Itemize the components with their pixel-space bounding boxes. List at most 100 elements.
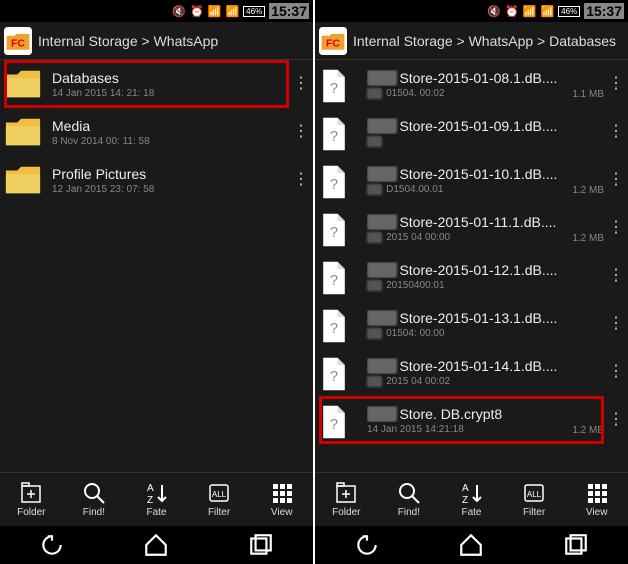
file-info: msgStore-2015-01-13.1.dB.... 2001504: 00:… (367, 310, 608, 339)
svg-text:A: A (147, 483, 154, 494)
file-name: msgStore-2015-01-14.1.dB.... (367, 358, 608, 374)
find-button[interactable]: Find! (384, 481, 434, 518)
file-info: Databases 14 Jan 2015 14: 21: 18 (52, 70, 293, 99)
more-button[interactable]: ⋮ (608, 220, 624, 236)
file-meta: 20D1504.00.01 (367, 184, 572, 195)
svg-text:?: ? (330, 177, 338, 193)
search-icon (82, 481, 106, 505)
filter-label: Filter (208, 507, 230, 518)
more-button[interactable]: ⋮ (608, 412, 624, 428)
file-meta: 14 Jan 2015 14: 21: 18 (52, 88, 293, 99)
more-button[interactable]: ⋮ (608, 124, 624, 140)
filter-button[interactable]: ALL Filter (194, 481, 244, 518)
file-icon: ? (319, 404, 357, 436)
phone-left: 🔇 ⏰ 📶 📶 46% 15:37 FC Internal Storage > … (0, 0, 313, 564)
file-info: msgStore. DB.crypt814 Jan 2015 14:21:18 (367, 406, 572, 435)
signal-icon: 📶 (225, 5, 239, 18)
file-row[interactable]: ?msgStore-2015-01-08.1.dB....2001504. 00… (315, 60, 628, 108)
recent-button[interactable] (563, 532, 589, 558)
file-row[interactable]: ? msgStore-2015-01-11.1.dB.... 202015 04 0… (315, 204, 628, 252)
folder-plus-icon (19, 481, 43, 505)
svg-text:?: ? (330, 129, 338, 145)
file-icon: ? (319, 260, 357, 292)
view-button[interactable]: View (572, 481, 622, 518)
more-button[interactable]: ⋮ (608, 268, 624, 284)
app-icon: FC (319, 27, 347, 55)
more-button[interactable]: ⋮ (608, 172, 624, 188)
sort-az-icon: AZ (144, 481, 168, 505)
view-button[interactable]: View (257, 481, 307, 518)
grid-icon (585, 481, 609, 505)
sort-label: Fate (461, 507, 481, 518)
file-name: msgStore-2015-01-13.1.dB.... (367, 310, 608, 326)
filter-button[interactable]: ALL Filter (509, 481, 559, 518)
back-button[interactable] (39, 532, 65, 558)
file-meta: 2001504. 00:02 (367, 88, 572, 99)
status-bar: 🔇 ⏰ 📶 📶 46% 15:37 (0, 0, 313, 22)
more-button[interactable]: ⋮ (293, 124, 309, 140)
find-button[interactable]: Find! (69, 481, 119, 518)
folder-row[interactable]: Databases 14 Jan 2015 14: 21: 18⋮ (0, 60, 313, 108)
file-icon: ? (319, 212, 357, 244)
home-button[interactable] (143, 532, 169, 558)
file-row[interactable]: ? msgStore-2015-01-12.1.dB....2020150400:… (315, 252, 628, 300)
file-size: 1.2 MB (572, 425, 604, 436)
svg-text:ALL: ALL (212, 490, 227, 499)
file-meta: 12 Jan 2015 23: 07: 58 (52, 184, 293, 195)
filter-label: Filter (523, 507, 545, 518)
folder-plus-icon (334, 481, 358, 505)
clock: 15:37 (269, 3, 309, 19)
file-row[interactable]: ?msgStore-2015-01-10.1.dB....20D1504.00.… (315, 156, 628, 204)
file-info: msgStore-2015-01-12.1.dB....2020150400:0… (367, 262, 608, 291)
file-info: msgStore-2015-01-09.1.dB....20 (367, 118, 608, 147)
find-label: Find! (398, 507, 420, 518)
home-button[interactable] (458, 532, 484, 558)
file-info: msgStore-2015-01-11.1.dB.... 202015 04 00… (367, 214, 572, 243)
grid-icon (270, 481, 294, 505)
folder-button[interactable]: Folder (321, 481, 371, 518)
bottom-toolbar: Folder Find! AZ Fate ALL Filter View (0, 472, 313, 526)
file-name: msgStore. DB.crypt8 (367, 406, 572, 422)
view-label: View (271, 507, 293, 518)
more-button[interactable]: ⋮ (608, 76, 624, 92)
sort-button[interactable]: AZ Fate (131, 481, 181, 518)
folder-row[interactable]: Media8 Nov 2014 00: 11: 58⋮ (0, 108, 313, 156)
svg-text:ALL: ALL (527, 490, 542, 499)
battery-indicator: 46% (558, 6, 580, 17)
more-button[interactable]: ⋮ (608, 316, 624, 332)
svg-text:A: A (462, 483, 469, 494)
file-icon: ? (319, 356, 357, 388)
more-button[interactable]: ⋮ (293, 76, 309, 92)
status-bar: 🔇 ⏰ 📶 📶 46% 15:37 (315, 0, 628, 22)
breadcrumb[interactable]: FC Internal Storage > WhatsApp > Databas… (315, 22, 628, 60)
folder-button[interactable]: Folder (6, 481, 56, 518)
nav-bar (0, 526, 313, 564)
bottom-toolbar: Folder Find! AZ Fate ALL Filter View (315, 472, 628, 526)
file-row[interactable]: ? msgStore-2015-01-14.1.dB....202015 04 0… (315, 348, 628, 396)
file-meta: 2001504: 00:00 (367, 328, 608, 339)
sort-button[interactable]: AZ Fate (446, 481, 496, 518)
file-name: msgStore-2015-01-11.1.dB.... (367, 214, 572, 230)
phone-right: 🔇 ⏰ 📶 📶 46% 15:37 FC Internal Storage > … (315, 0, 628, 564)
breadcrumb[interactable]: FC Internal Storage > WhatsApp (0, 22, 313, 60)
folder-icon (4, 164, 42, 196)
file-info: msgStore-2015-01-14.1.dB....202015 04 00… (367, 358, 608, 387)
file-name: msgStore-2015-01-12.1.dB.... (367, 262, 608, 278)
recent-button[interactable] (248, 532, 274, 558)
clock: 15:37 (584, 3, 624, 19)
search-icon (397, 481, 421, 505)
file-size: 1.2 MB (572, 185, 604, 196)
file-name: Media (52, 118, 293, 134)
file-row[interactable]: ?msgStore-2015-01-13.1.dB....2001504: 00… (315, 300, 628, 348)
file-name: Databases (52, 70, 293, 86)
folder-row[interactable]: Profile Pictures12 Jan 2015 23: 07: 58⋮ (0, 156, 313, 204)
file-list: ?msgStore-2015-01-08.1.dB....2001504. 00… (315, 60, 628, 472)
file-row[interactable]: ? msgStore-2015-01-09.1.dB....20⋮ (315, 108, 628, 156)
back-button[interactable] (354, 532, 380, 558)
file-meta: 202015 04 00:00 (367, 232, 572, 243)
alarm-icon: ⏰ (505, 5, 519, 18)
more-button[interactable]: ⋮ (293, 172, 309, 188)
svg-text:?: ? (330, 81, 338, 97)
more-button[interactable]: ⋮ (608, 364, 624, 380)
file-row[interactable]: ? msgStore. DB.crypt814 Jan 2015 14:21:18… (315, 396, 628, 444)
